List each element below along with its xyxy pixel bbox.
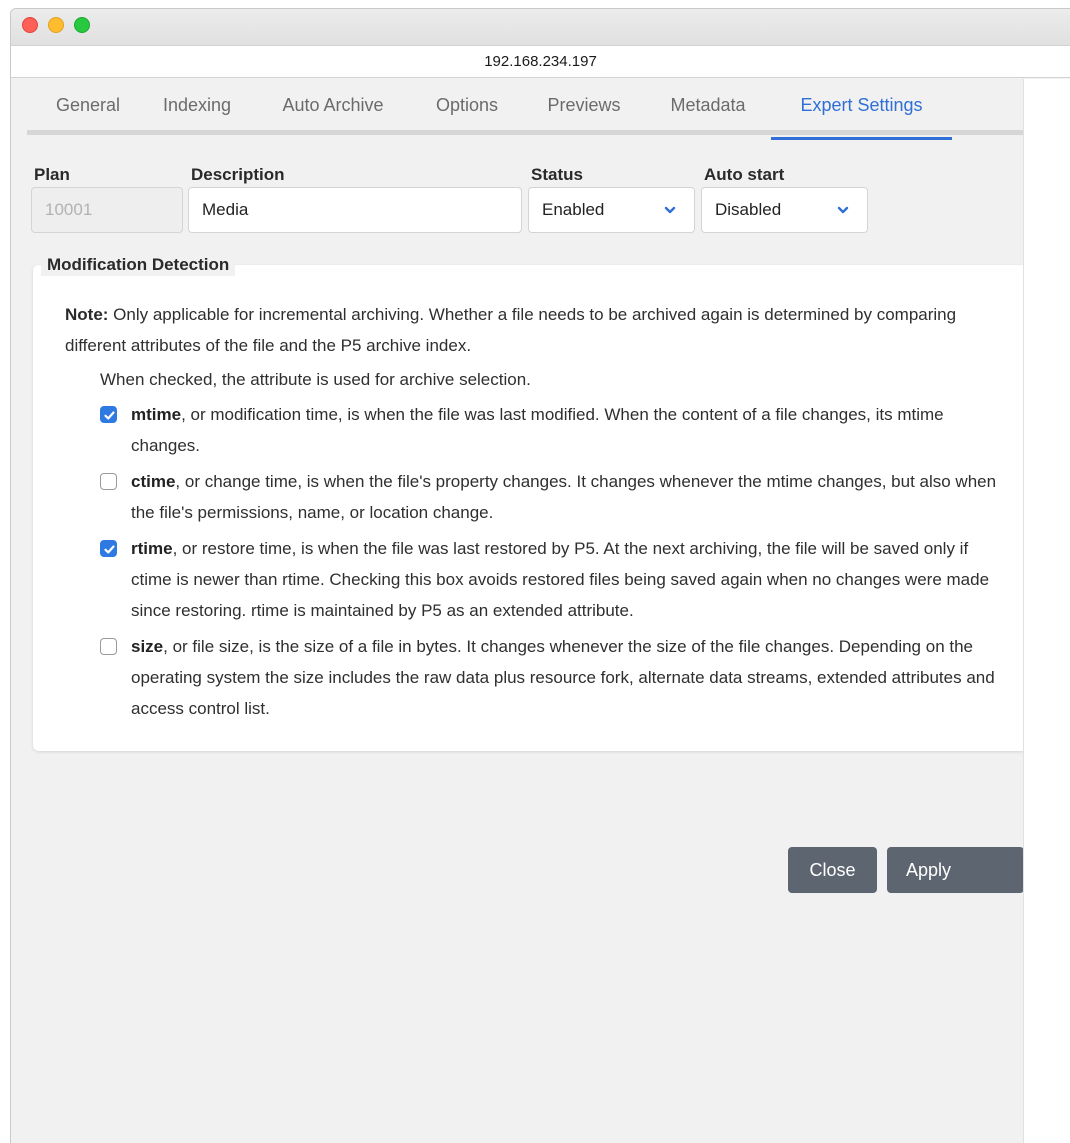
selection-hint: When checked, the attribute is used for … [100, 370, 531, 389]
status-value: Enabled [542, 200, 605, 219]
description-label: Description [191, 165, 285, 184]
tab-bar: General Indexing Auto Archive Options Pr… [27, 89, 1036, 140]
note-body: Only applicable for incremental archivin… [65, 305, 957, 355]
mtime-name: mtime [131, 405, 182, 424]
modification-detection-panel: Note: Only applicable for incremental ar… [33, 265, 1030, 751]
tab-previews[interactable]: Previews [539, 89, 629, 135]
minimize-window-icon[interactable] [48, 17, 64, 33]
tab-auto-archive[interactable]: Auto Archive [272, 89, 394, 135]
zoom-window-icon[interactable] [74, 17, 90, 33]
auto-start-select[interactable]: Disabled [701, 187, 868, 233]
checkmark-icon [104, 411, 115, 420]
plan-field: 10001 [31, 187, 183, 233]
rtime-description: rtime, or restore time, is when the file… [131, 539, 990, 620]
ctime-name: ctime [131, 472, 176, 491]
rtime-name: rtime [131, 539, 173, 558]
option-size: size, or file size, is the size of a fil… [100, 631, 1000, 724]
close-window-icon[interactable] [22, 17, 38, 33]
close-button[interactable]: Close [788, 847, 877, 893]
note-text: Note: Only applicable for incremental ar… [65, 299, 1005, 361]
size-description: size, or file size, is the size of a fil… [131, 637, 995, 718]
plan-label: Plan [34, 165, 70, 184]
address-bar[interactable]: 192.168.234.197 [11, 45, 1070, 78]
modification-detection-title: Modification Detection [41, 254, 236, 276]
ctime-description: ctime, or change time, is when the file'… [131, 472, 997, 522]
chevron-down-icon [664, 206, 676, 214]
title-bar [11, 9, 1070, 45]
status-select[interactable]: Enabled [528, 187, 695, 233]
ctime-checkbox[interactable] [100, 473, 117, 490]
settings-dialog: General Indexing Auto Archive Options Pr… [11, 79, 1036, 1143]
browser-window: 192.168.234.197 General Indexing Auto Ar… [10, 8, 1070, 1143]
scrollbar[interactable] [1023, 79, 1070, 1143]
size-name: size [131, 637, 164, 656]
status-label: Status [531, 165, 583, 184]
checkmark-icon [104, 545, 115, 554]
auto-start-value: Disabled [715, 200, 782, 219]
tab-options[interactable]: Options [429, 89, 505, 135]
tab-indexing[interactable]: Indexing [155, 89, 239, 135]
mtime-description: mtime, or modification time, is when the… [131, 405, 944, 455]
tab-metadata[interactable]: Metadata [661, 89, 755, 135]
rtime-checkbox[interactable] [100, 540, 117, 557]
mtime-checkbox[interactable] [100, 406, 117, 423]
apply-button[interactable]: Apply [887, 847, 1024, 893]
option-rtime: rtime, or restore time, is when the file… [100, 533, 1000, 626]
auto-start-label: Auto start [704, 165, 785, 184]
description-field[interactable]: Media [188, 187, 522, 233]
chevron-down-icon [837, 206, 849, 214]
tab-general[interactable]: General [47, 89, 129, 135]
option-mtime: mtime, or modification time, is when the… [100, 399, 1000, 461]
tab-expert-settings[interactable]: Expert Settings [771, 89, 952, 140]
size-checkbox[interactable] [100, 638, 117, 655]
option-ctime: ctime, or change time, is when the file'… [100, 466, 1000, 528]
note-label: Note: [65, 305, 109, 324]
